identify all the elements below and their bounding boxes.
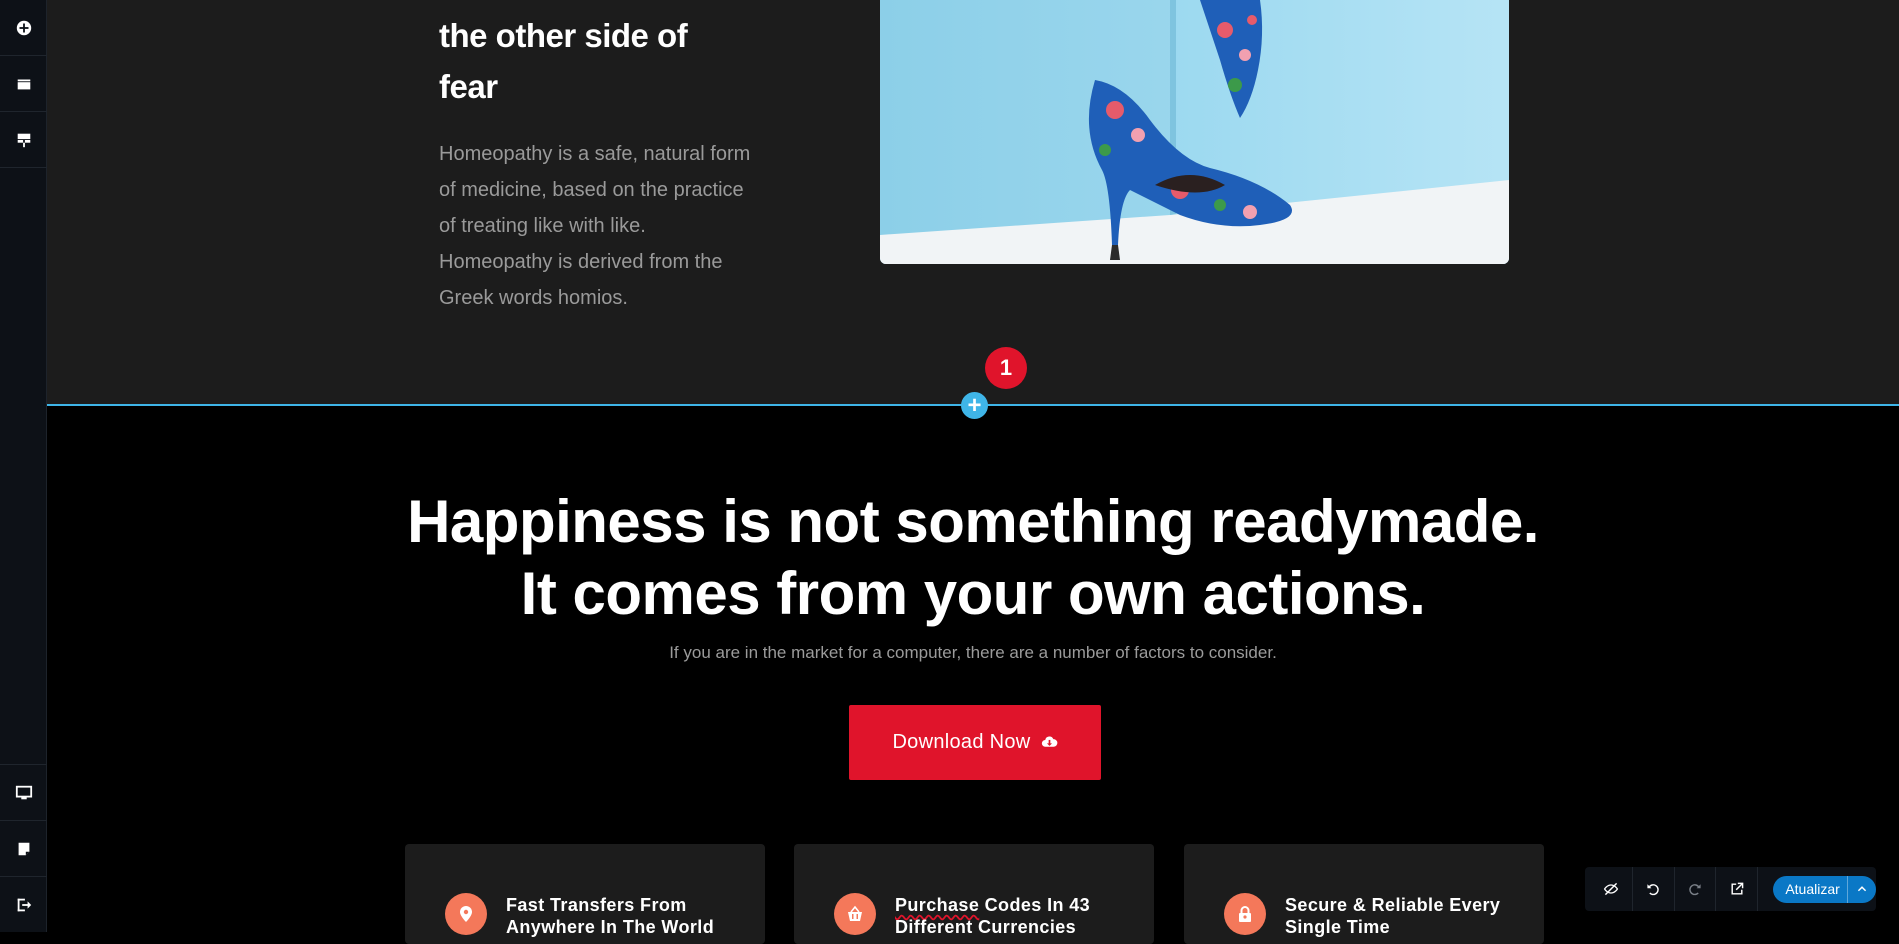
about-section: the other side of fear Homeopathy is a s… xyxy=(47,0,1899,404)
feature-text: Fast Transfers From Anywhere In The Worl… xyxy=(506,894,746,938)
feature-text: Purchase Codes In 43 Different Currencie… xyxy=(895,894,1135,938)
sections-button[interactable] xyxy=(0,56,47,112)
monitor-icon xyxy=(15,785,32,799)
hero-title-line-1: Happiness is not something readymade. xyxy=(407,488,1539,555)
hero-title-line-2: It comes from your own actions. xyxy=(520,560,1426,627)
update-button-label: Atualizar xyxy=(1785,881,1840,897)
hide-preview-button[interactable] xyxy=(1591,867,1633,911)
page-settings-button[interactable] xyxy=(0,820,47,876)
feature-card: Secure & Reliable Every Single Time xyxy=(1184,844,1544,944)
plus-circle-icon xyxy=(16,20,31,35)
hero-section: Happiness is not something readymade. It… xyxy=(47,406,1899,944)
shoe-illustration xyxy=(880,0,1509,264)
lock-icon xyxy=(1224,893,1266,935)
section-heading: the other side of fear xyxy=(439,10,759,112)
exit-icon xyxy=(17,898,31,911)
add-element-button[interactable] xyxy=(0,0,47,56)
feature-card: Purchase Codes In 43 Different Currencie… xyxy=(794,844,1154,944)
open-preview-button[interactable] xyxy=(1716,867,1759,911)
feature-card: Fast Transfers From Anywhere In The Worl… xyxy=(405,844,765,944)
update-button[interactable]: Atualizar xyxy=(1773,875,1876,903)
update-button-separator xyxy=(1847,875,1849,903)
hero-subtitle: If you are in the market for a computer,… xyxy=(669,643,1277,662)
hero-title: Happiness is not something readymade. It… xyxy=(47,486,1899,630)
feature-line-1: Fast Transfers From xyxy=(506,895,687,915)
download-now-button[interactable]: Download Now xyxy=(849,705,1101,780)
section-paragraph: Homeopathy is a safe, natural form of me… xyxy=(439,143,751,309)
redo-icon xyxy=(1689,884,1701,896)
undo-button[interactable] xyxy=(1633,867,1675,911)
templates-button[interactable] xyxy=(0,112,47,168)
exit-button[interactable] xyxy=(0,876,47,932)
layout-icon xyxy=(17,133,30,147)
feature-line-2: Single Time xyxy=(1285,917,1391,937)
feature-text: Secure & Reliable Every Single Time xyxy=(1285,894,1525,938)
editor-left-toolbar xyxy=(0,0,47,932)
heading-line-1: the other side of xyxy=(439,17,688,54)
shoe-image[interactable] xyxy=(880,0,1509,264)
redo-button[interactable] xyxy=(1675,867,1717,911)
external-link-icon xyxy=(1731,882,1744,895)
eye-off-icon xyxy=(1604,882,1619,896)
feature-line-1: Secure & Reliable Every xyxy=(1285,895,1501,915)
document-icon xyxy=(18,842,29,855)
heading-line-2: fear xyxy=(439,68,498,105)
undo-icon xyxy=(1647,884,1659,896)
feature-line-1-rest: Codes In 43 xyxy=(979,895,1091,915)
spellcheck-word: Purchase xyxy=(895,895,980,915)
add-section-button[interactable]: + xyxy=(961,392,988,419)
layers-icon xyxy=(17,79,30,89)
feature-line-2: Different Currencies xyxy=(895,917,1077,937)
feature-line-2: Anywhere In The World xyxy=(506,917,715,937)
map-pin-icon xyxy=(445,893,487,935)
download-button-label: Download Now xyxy=(892,731,1031,753)
notification-badge[interactable]: 1 xyxy=(985,347,1027,389)
desktop-preview-button[interactable] xyxy=(0,764,47,820)
basket-icon xyxy=(834,893,876,935)
editor-floating-toolbar: Atualizar xyxy=(1585,867,1876,911)
cloud-download-icon xyxy=(1041,736,1057,747)
chevron-up-icon[interactable] xyxy=(1856,883,1868,895)
